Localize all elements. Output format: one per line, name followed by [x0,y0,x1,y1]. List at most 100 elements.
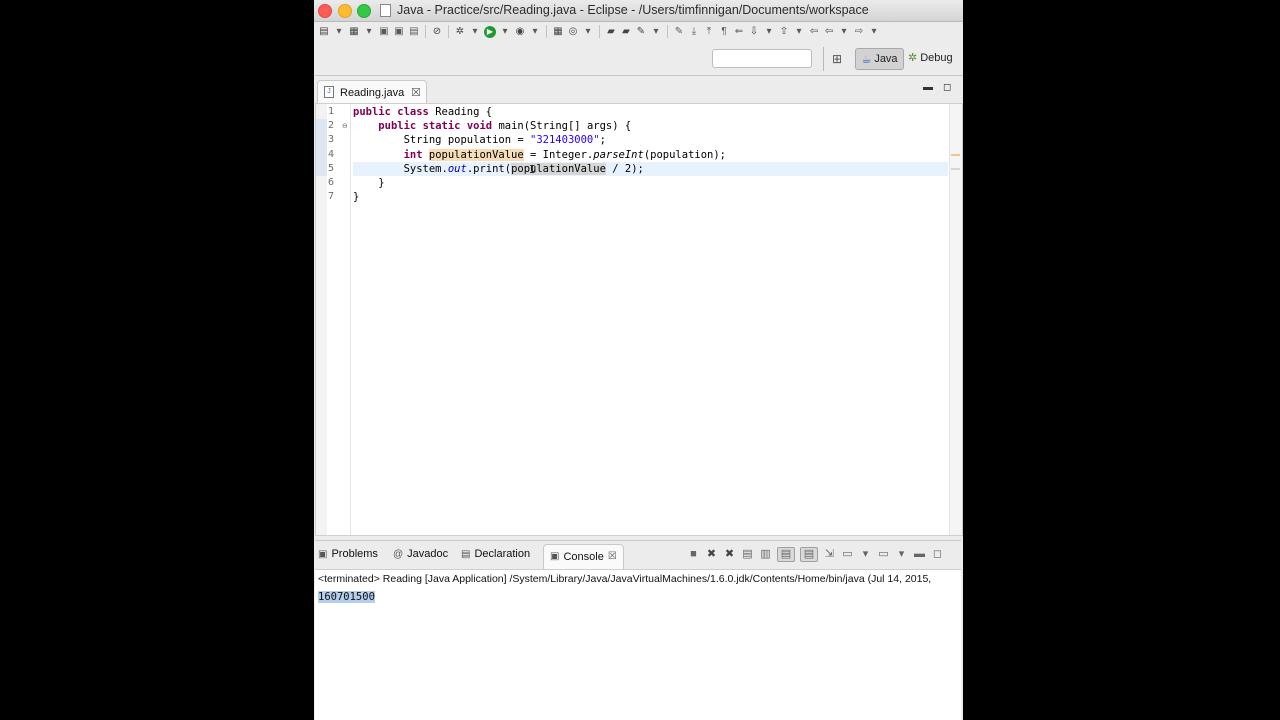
tab-javadoc[interactable]: @ Javadoc [393,548,448,560]
skip-breakpoints-icon[interactable]: ⊘ [431,26,443,38]
maximize-panel-icon[interactable]: ◻ [931,548,944,561]
code-text[interactable]: public class Reading { public static voi… [353,105,948,204]
display-console-icon[interactable]: ▭ [841,548,854,561]
search-tool-icon[interactable]: ✎ [635,26,647,38]
console-output-text: 160701500 [318,591,375,603]
line-number: 3 [328,134,335,146]
back-arrow-icon[interactable]: ⇦ [823,26,835,38]
occurrence-marker[interactable] [951,168,960,170]
dropdown-arrow-icon[interactable]: ▾ [529,26,541,38]
zoom-window-button[interactable] [357,4,371,18]
debug-perspective-button[interactable]: ✲ Debug [908,51,953,65]
tab-console[interactable]: ▣ Console ☒ [543,544,624,569]
dropdown-arrow-icon[interactable]: ▾ [469,26,481,38]
terminate-icon[interactable]: ■ [687,548,700,561]
console-output[interactable]: 160701500 [315,591,961,603]
remove-all-launches-icon[interactable]: ✖ [723,548,736,561]
line-number: 6 [328,176,335,188]
editor-tab-label: Reading.java [340,87,405,99]
dropdown-arrow-icon[interactable]: ▾ [895,548,908,561]
debug-perspective-icon: ✲ [908,52,918,64]
dropdown-arrow-icon[interactable]: ▾ [868,26,880,38]
console-icon: ▣ [550,551,560,562]
dropdown-arrow-icon[interactable]: ▾ [859,548,872,561]
dropdown-arrow-icon[interactable]: ▾ [838,26,850,38]
dropdown-arrow-icon[interactable]: ▾ [650,26,662,38]
tab-javadoc-label: Javadoc [407,548,449,560]
open-perspective-icon[interactable]: ⊞ [832,52,842,66]
quick-access-input[interactable] [712,49,812,68]
editor-gutter: 1 2 3 4 5 6 7 ⊖ [316,104,351,535]
editor-tab-strip: J Reading.java ☒ ▬ ◻ [314,77,963,105]
toolbar-separator [667,25,668,38]
declaration-icon: ▤ [461,548,471,560]
dropdown-arrow-icon[interactable]: ▾ [499,26,511,38]
run-icon[interactable]: ▶ [484,25,496,38]
occurrence-marker[interactable] [951,154,960,156]
code-line: public static void main(String[] args) { [378,120,632,133]
coverage-icon[interactable]: ◉ [514,26,526,38]
new-icon[interactable]: ▤ [318,26,330,38]
dropdown-arrow-icon[interactable]: ▾ [363,26,375,38]
tab-console-label: Console [563,551,604,563]
new-java-project-icon[interactable]: ▦ [552,26,564,38]
perspective-bar: ⊞ ☕ Java ✲ Debug [314,43,963,76]
close-tab-icon[interactable]: ☒ [411,86,421,99]
tab-problems[interactable]: ▣ Problems [318,548,378,560]
close-tab-icon[interactable]: ☒ [608,545,617,569]
remove-launch-icon[interactable]: ✖ [705,548,718,561]
dropdown-arrow-icon[interactable]: ▾ [333,26,345,38]
close-window-button[interactable] [318,4,332,18]
open-type-icon[interactable]: ▰ [605,26,617,38]
clear-console-icon[interactable]: ▤ [741,548,754,561]
show-console-stdout-icon[interactable]: ▤ [777,547,795,562]
dropdown-arrow-icon[interactable]: ▾ [793,26,805,38]
code-editor[interactable]: 1 2 3 4 5 6 7 ⊖ public class Reading { p… [315,103,963,536]
toolbar-separator [599,25,600,38]
new-java-class-icon[interactable]: ◎ [567,26,579,38]
tab-declaration[interactable]: ▤ Declaration [461,548,530,560]
prev-annotation-icon[interactable]: ⤒ [703,26,715,38]
prev-edit-icon[interactable]: ⇧ [778,26,790,38]
scroll-lock-icon[interactable]: ▥ [759,548,772,561]
document-proxy-icon[interactable] [380,4,391,17]
window-title: Java - Practice/src/Reading.java - Eclip… [397,3,869,17]
minimize-editor-icon[interactable]: ▬ [923,82,933,93]
minimize-panel-icon[interactable]: ▬ [913,548,926,561]
main-toolbar: ▤ ▾ ▦ ▾ ▣ ▣ ▤ ⊘ ✲ ▾ ▶ ▾ ◉ ▾ ▦ ◎ ▾ ▰ ▰ ✎ … [314,22,963,43]
dropdown-arrow-icon[interactable]: ▾ [582,26,594,38]
line-numbers: 1 2 3 4 5 6 7 [328,105,334,204]
debug-icon[interactable]: ✲ [454,26,466,38]
console-header: <terminated> Reading [Java Application] … [318,573,932,585]
java-perspective-button[interactable]: ☕ Java [855,48,904,70]
show-console-stderr-icon[interactable]: ▤ [800,547,818,562]
forward-arrow-icon[interactable]: ⇨ [853,26,865,38]
show-whitespace-icon[interactable]: ¶ [718,26,730,38]
toggle-mark-occurrences-icon[interactable]: ✎ [673,26,685,38]
open-folder-icon[interactable]: ▰ [620,26,632,38]
last-edit-icon[interactable]: ⇐ [733,26,745,38]
text-cursor-icon: I [529,163,536,176]
open-console-icon[interactable]: ▭ [877,548,890,561]
new-package-icon[interactable]: ▦ [348,26,360,38]
bottom-panel: ▣ Problems @ Javadoc ▤ Declaration ▣ Con… [315,540,961,720]
save-all-icon[interactable]: ▣ [393,26,405,38]
print-icon[interactable]: ▤ [408,26,420,38]
overview-ruler[interactable] [949,104,962,535]
tab-declaration-label: Declaration [474,548,531,560]
fold-toggle-icon[interactable]: ⊖ [342,122,348,130]
save-icon[interactable]: ▣ [378,26,390,38]
pin-console-icon[interactable]: ⇲ [823,548,836,561]
toolbar-separator [448,25,449,38]
editor-tab-reading-java[interactable]: J Reading.java ☒ [317,80,427,105]
next-annotation-icon[interactable]: ⤓ [688,26,700,38]
minimize-window-button[interactable] [338,4,352,18]
dropdown-arrow-icon[interactable]: ▾ [763,26,775,38]
vertical-ruler [316,104,327,535]
java-perspective-label: Java [874,53,898,65]
next-edit-icon[interactable]: ⇩ [748,26,760,38]
maximize-editor-icon[interactable]: ◻ [943,82,951,93]
console-toolbar: ■ ✖ ✖ ▤ ▥ ▤ ▤ ⇲ ▭ ▾ ▭ ▾ ▬ ◻ [687,547,944,562]
back-icon[interactable]: ⇦ [808,26,820,38]
code-line: } [353,191,360,204]
